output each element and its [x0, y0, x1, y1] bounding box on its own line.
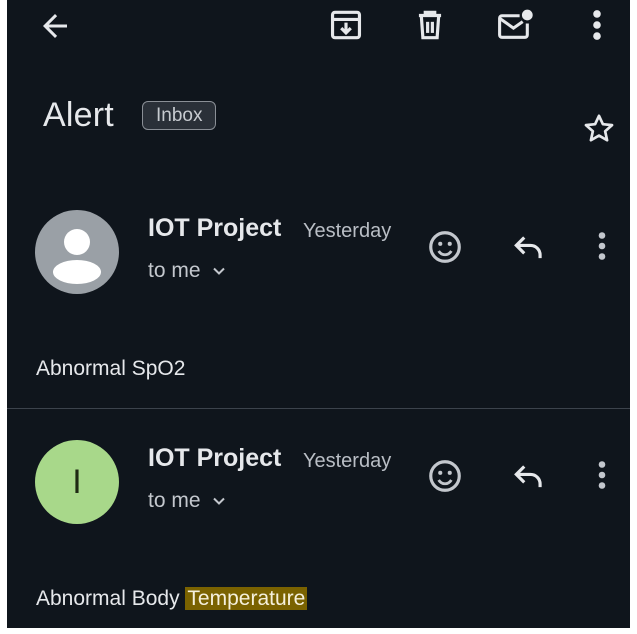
chevron-down-icon [212, 497, 225, 505]
message-body: Abnormal Body Temperature [36, 587, 308, 611]
search-highlight: Temperature [185, 587, 308, 610]
recipient-label: to me [148, 489, 201, 512]
more-options-icon[interactable] [582, 6, 612, 44]
chevron-down-icon [212, 267, 225, 275]
message-more-icon[interactable] [589, 457, 615, 493]
message-divider [7, 408, 630, 409]
archive-icon[interactable] [327, 6, 365, 44]
person-icon [53, 229, 101, 284]
message-time: Yesterday [303, 450, 392, 472]
mark-unread-icon[interactable] [495, 6, 535, 44]
sender-avatar[interactable] [35, 210, 119, 294]
emoji-react-icon[interactable] [426, 228, 464, 266]
email-subject: Alert [43, 96, 114, 134]
star-icon[interactable] [581, 111, 617, 147]
reply-icon[interactable] [510, 457, 548, 495]
recipient-toggle[interactable]: to me [148, 259, 229, 283]
recipient-toggle[interactable]: to me [148, 489, 229, 513]
avatar-initial: I [72, 462, 82, 501]
sender-name: IOT Project [148, 444, 282, 472]
message-body: Abnormal SpO2 [36, 357, 186, 380]
inbox-label-chip[interactable]: Inbox [142, 101, 217, 130]
message-more-icon[interactable] [589, 228, 615, 264]
emoji-react-icon[interactable] [426, 457, 464, 495]
recipient-label: to me [148, 259, 201, 282]
back-arrow-icon[interactable] [37, 8, 73, 44]
message-body-text: Abnormal Body [36, 587, 186, 610]
sender-avatar[interactable]: I [35, 440, 119, 524]
message-time: Yesterday [303, 220, 392, 242]
reply-icon[interactable] [510, 228, 548, 266]
trash-icon[interactable] [411, 6, 449, 44]
sender-name: IOT Project [148, 214, 282, 242]
email-view: Alert Inbox IOT Project Yesterday to me [7, 0, 630, 628]
